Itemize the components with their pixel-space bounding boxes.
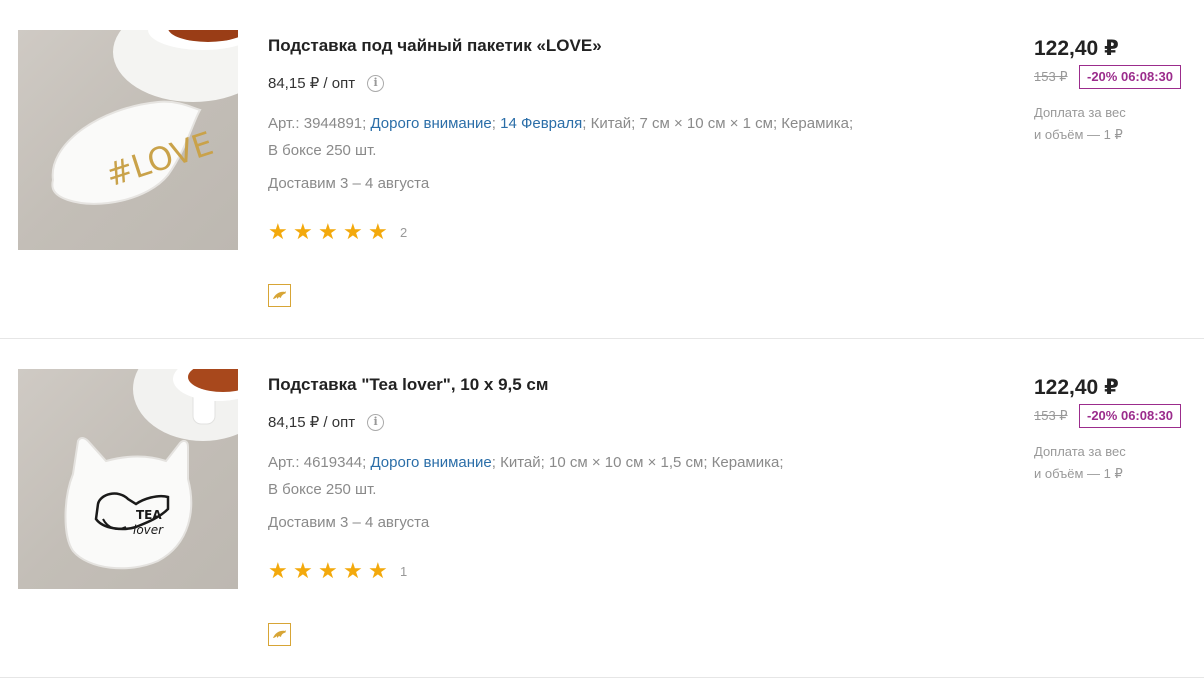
wholesale-price-value: 84,15 ₽ / опт: [268, 75, 356, 92]
product-card: #LOVE Подставка под чайный пакетик «LOVE…: [0, 0, 1204, 339]
product-card: TEA lover Подставка "Tea lover", 10 х 9,…: [0, 339, 1204, 678]
star-icon: ★: [368, 219, 388, 244]
star-icon: ★: [343, 558, 363, 583]
delivery-info: Доставим 3 – 4 августа: [268, 514, 430, 531]
delivery-info: Доставим 3 – 4 августа: [268, 175, 430, 192]
old-price: 153 ₽: [1034, 69, 1068, 84]
old-price: 153 ₽: [1034, 408, 1068, 423]
weight-surcharge: Доплата за вес и объём — 1 ₽: [1034, 102, 1174, 146]
dolphin-badge[interactable]: [268, 284, 291, 307]
product-title[interactable]: Подставка "Tea lover", 10 х 9,5 см: [268, 375, 548, 395]
dolphin-badge[interactable]: [268, 623, 291, 646]
product-photo-love: #LOVE: [51, 30, 238, 205]
star-icon: ★: [293, 219, 313, 244]
wholesale-price: 84,15 ₽ / опт i: [268, 74, 385, 92]
review-count[interactable]: 1: [400, 564, 407, 579]
image-tea-text: TEA: [136, 508, 162, 522]
surcharge-line-2: и объём — 1 ₽: [1034, 466, 1123, 481]
star-icon: ★: [268, 219, 288, 244]
wholesale-price: 84,15 ₽ / опт i: [268, 413, 385, 431]
product-image[interactable]: TEA lover: [18, 369, 238, 589]
star-icon: ★: [318, 219, 338, 244]
wholesale-price-value: 84,15 ₽ / опт: [268, 414, 356, 431]
product-list: #LOVE Подставка под чайный пакетик «LOVE…: [0, 0, 1204, 678]
rating[interactable]: ★ ★ ★ ★ ★ 2: [268, 221, 407, 243]
product-properties: Арт.: 4619344; Дорого внимание; Китай; 1…: [268, 454, 784, 498]
product-photo-tea-lover: TEA lover: [64, 369, 238, 570]
dolphin-icon: [273, 291, 286, 299]
review-count[interactable]: 2: [400, 225, 407, 240]
star-icon: ★: [343, 219, 363, 244]
rating[interactable]: ★ ★ ★ ★ ★ 1: [268, 560, 407, 582]
article-number: Арт.: 3944891;: [268, 115, 367, 132]
star-icon: ★: [368, 558, 388, 583]
price: 122,40 ₽: [1034, 37, 1119, 60]
star-icon: ★: [293, 558, 313, 583]
article-number: Арт.: 4619344;: [268, 454, 367, 471]
discount-timer-badge: -20% 06:08:30: [1079, 404, 1181, 428]
discount-timer-badge: -20% 06:08:30: [1079, 65, 1181, 89]
image-lover-text: lover: [133, 523, 164, 537]
weight-surcharge: Доплата за вес и объём — 1 ₽: [1034, 441, 1174, 485]
product-title[interactable]: Подставка под чайный пакетик «LOVE»: [268, 36, 602, 56]
category-link[interactable]: Дорого внимание: [370, 115, 491, 132]
price: 122,40 ₽: [1034, 376, 1119, 399]
box-quantity: В боксе 250 шт.: [268, 481, 377, 498]
info-icon[interactable]: i: [367, 74, 385, 92]
dolphin-icon: [273, 630, 286, 638]
surcharge-line-1: Доплата за вес: [1034, 105, 1126, 120]
product-image[interactable]: #LOVE: [18, 30, 238, 250]
product-properties: Арт.: 3944891; Дорого внимание; 14 Февра…: [268, 115, 854, 159]
category-link[interactable]: 14 Февраля: [500, 115, 582, 132]
info-icon[interactable]: i: [367, 413, 385, 431]
product-specs: Китай; 10 см × 10 см × 1,5 см; Керамика;: [500, 454, 784, 471]
box-quantity: В боксе 250 шт.: [268, 142, 377, 159]
star-icon: ★: [268, 558, 288, 583]
surcharge-line-1: Доплата за вес: [1034, 444, 1126, 459]
category-link[interactable]: Дорого внимание: [370, 454, 491, 471]
surcharge-line-2: и объём — 1 ₽: [1034, 127, 1123, 142]
star-icon: ★: [318, 558, 338, 583]
product-specs: Китай; 7 см × 10 см × 1 см; Керамика;: [590, 115, 854, 132]
